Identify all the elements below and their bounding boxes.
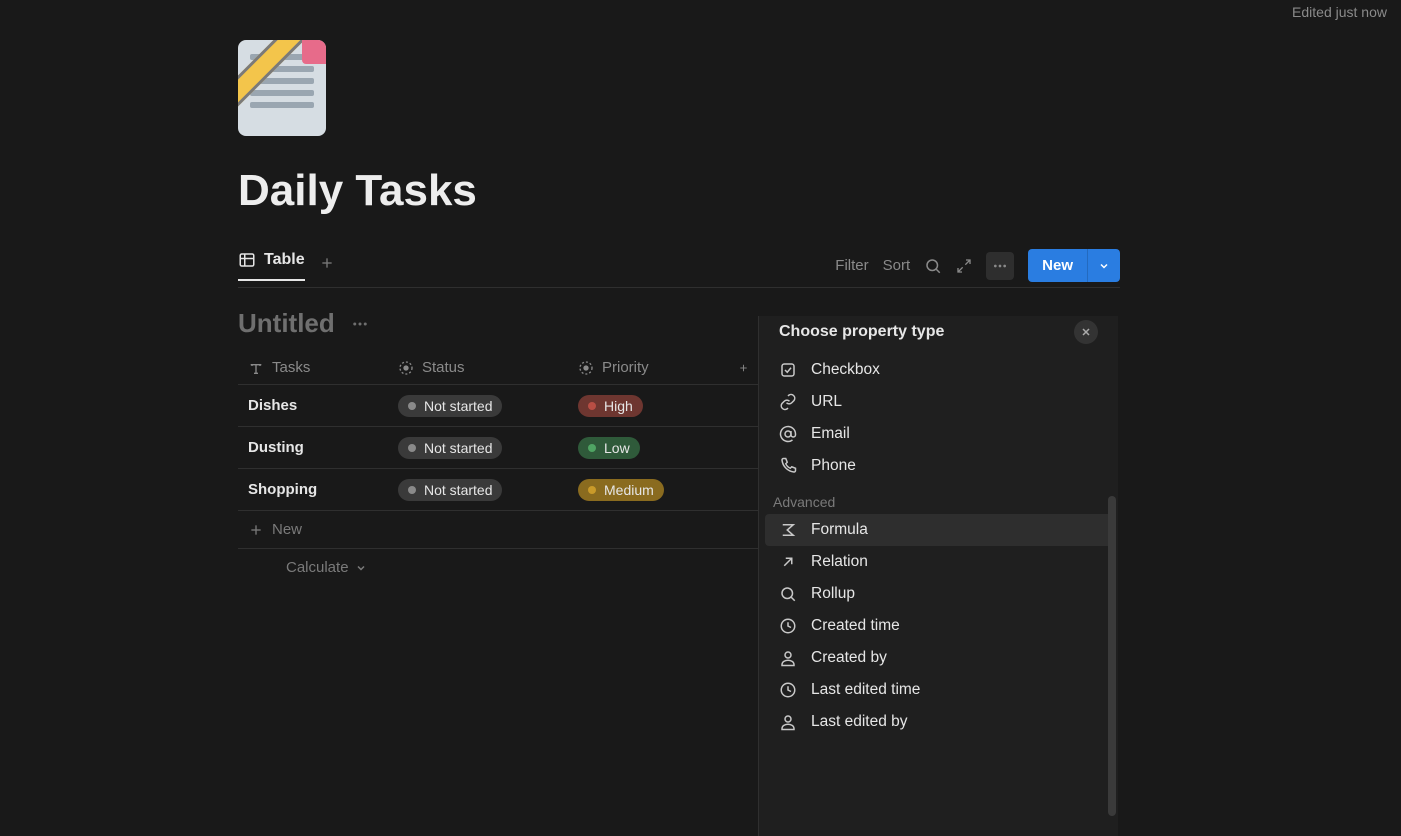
calculate-label: Calculate: [286, 559, 349, 576]
property-option-phone[interactable]: Phone: [765, 450, 1112, 482]
column-header-status[interactable]: Status: [388, 351, 568, 384]
property-option-label: Checkbox: [811, 361, 880, 379]
page-title[interactable]: Daily Tasks: [238, 166, 1120, 216]
table-row[interactable]: DustingNot startedLow: [238, 427, 760, 469]
status-icon: [398, 360, 414, 376]
cell-task[interactable]: Dishes: [238, 397, 388, 414]
expand-icon[interactable]: [956, 258, 972, 274]
new-button-dropdown[interactable]: [1087, 249, 1120, 282]
tab-table[interactable]: Table: [238, 251, 305, 281]
property-option-relation[interactable]: Relation: [765, 546, 1112, 578]
calculate-button[interactable]: Calculate: [238, 549, 760, 576]
close-icon[interactable]: [1074, 320, 1098, 344]
table-row[interactable]: ShoppingNot startedMedium: [238, 469, 760, 511]
email-icon: [779, 425, 797, 443]
url-icon: [779, 393, 797, 411]
cell-status[interactable]: Not started: [388, 395, 568, 417]
page-icon[interactable]: [238, 40, 326, 136]
rollup-icon: [779, 585, 797, 603]
database-more-icon[interactable]: [351, 315, 369, 333]
advanced-section-label: Advanced: [759, 482, 1118, 514]
new-row-label: New: [272, 521, 302, 538]
new-row-button[interactable]: New: [238, 511, 760, 549]
cell-task[interactable]: Dusting: [238, 439, 388, 456]
cell-priority[interactable]: Low: [568, 437, 728, 459]
property-option-created-time[interactable]: Created time: [765, 610, 1112, 642]
tab-label: Table: [264, 251, 305, 269]
edited-by-icon: [779, 713, 797, 731]
status-icon: [578, 360, 594, 376]
cell-task[interactable]: Shopping: [238, 481, 388, 498]
filter-button[interactable]: Filter: [835, 257, 868, 274]
property-option-label: URL: [811, 393, 842, 411]
edited-status: Edited just now: [1292, 4, 1387, 20]
property-option-edited-by[interactable]: Last edited by: [765, 706, 1112, 738]
cell-priority[interactable]: High: [568, 395, 728, 417]
property-option-formula[interactable]: Formula: [765, 514, 1112, 546]
column-label: Tasks: [272, 359, 310, 376]
column-label: Priority: [602, 359, 649, 376]
property-option-label: Relation: [811, 553, 868, 571]
new-button-label[interactable]: New: [1028, 249, 1087, 282]
property-option-label: Created time: [811, 617, 900, 635]
checkbox-icon: [779, 361, 797, 379]
new-button[interactable]: New: [1028, 249, 1120, 282]
property-option-checkbox[interactable]: Checkbox: [765, 354, 1112, 386]
phone-icon: [779, 457, 797, 475]
property-option-label: Last edited time: [811, 681, 920, 699]
text-icon: [248, 360, 264, 376]
cell-status[interactable]: Not started: [388, 479, 568, 501]
cell-priority[interactable]: Medium: [568, 479, 728, 501]
property-option-edited-time[interactable]: Last edited time: [765, 674, 1112, 706]
edited-time-icon: [779, 681, 797, 699]
property-option-label: Last edited by: [811, 713, 908, 731]
property-option-created-by[interactable]: Created by: [765, 642, 1112, 674]
database-table: Tasks Status Priority DishesNot startedH…: [238, 351, 760, 576]
table-icon: [238, 251, 256, 269]
column-header-priority[interactable]: Priority: [568, 351, 728, 384]
search-icon[interactable]: [924, 257, 942, 275]
scrollbar[interactable]: [1108, 496, 1116, 816]
property-option-email[interactable]: Email: [765, 418, 1112, 450]
property-option-label: Rollup: [811, 585, 855, 603]
property-option-rollup[interactable]: Rollup: [765, 578, 1112, 610]
more-icon[interactable]: [986, 252, 1014, 280]
created-time-icon: [779, 617, 797, 635]
property-type-popover: Choose property type Checkbox URL Email Pho…: [758, 316, 1118, 836]
table-row[interactable]: DishesNot startedHigh: [238, 385, 760, 427]
sort-button[interactable]: Sort: [883, 257, 911, 274]
popover-title: Choose property type: [779, 323, 944, 341]
formula-icon: [779, 521, 797, 539]
add-column-button[interactable]: [728, 351, 760, 384]
relation-icon: [779, 553, 797, 571]
add-view-button[interactable]: [319, 255, 335, 277]
property-option-label: Phone: [811, 457, 856, 475]
cell-status[interactable]: Not started: [388, 437, 568, 459]
column-label: Status: [422, 359, 465, 376]
column-header-tasks[interactable]: Tasks: [238, 351, 388, 384]
database-title[interactable]: Untitled: [238, 308, 335, 339]
property-option-url[interactable]: URL: [765, 386, 1112, 418]
property-option-label: Email: [811, 425, 850, 443]
property-option-label: Created by: [811, 649, 887, 667]
property-option-label: Formula: [811, 521, 868, 539]
view-bar: Table Filter Sort New: [238, 244, 1120, 288]
created-by-icon: [779, 649, 797, 667]
